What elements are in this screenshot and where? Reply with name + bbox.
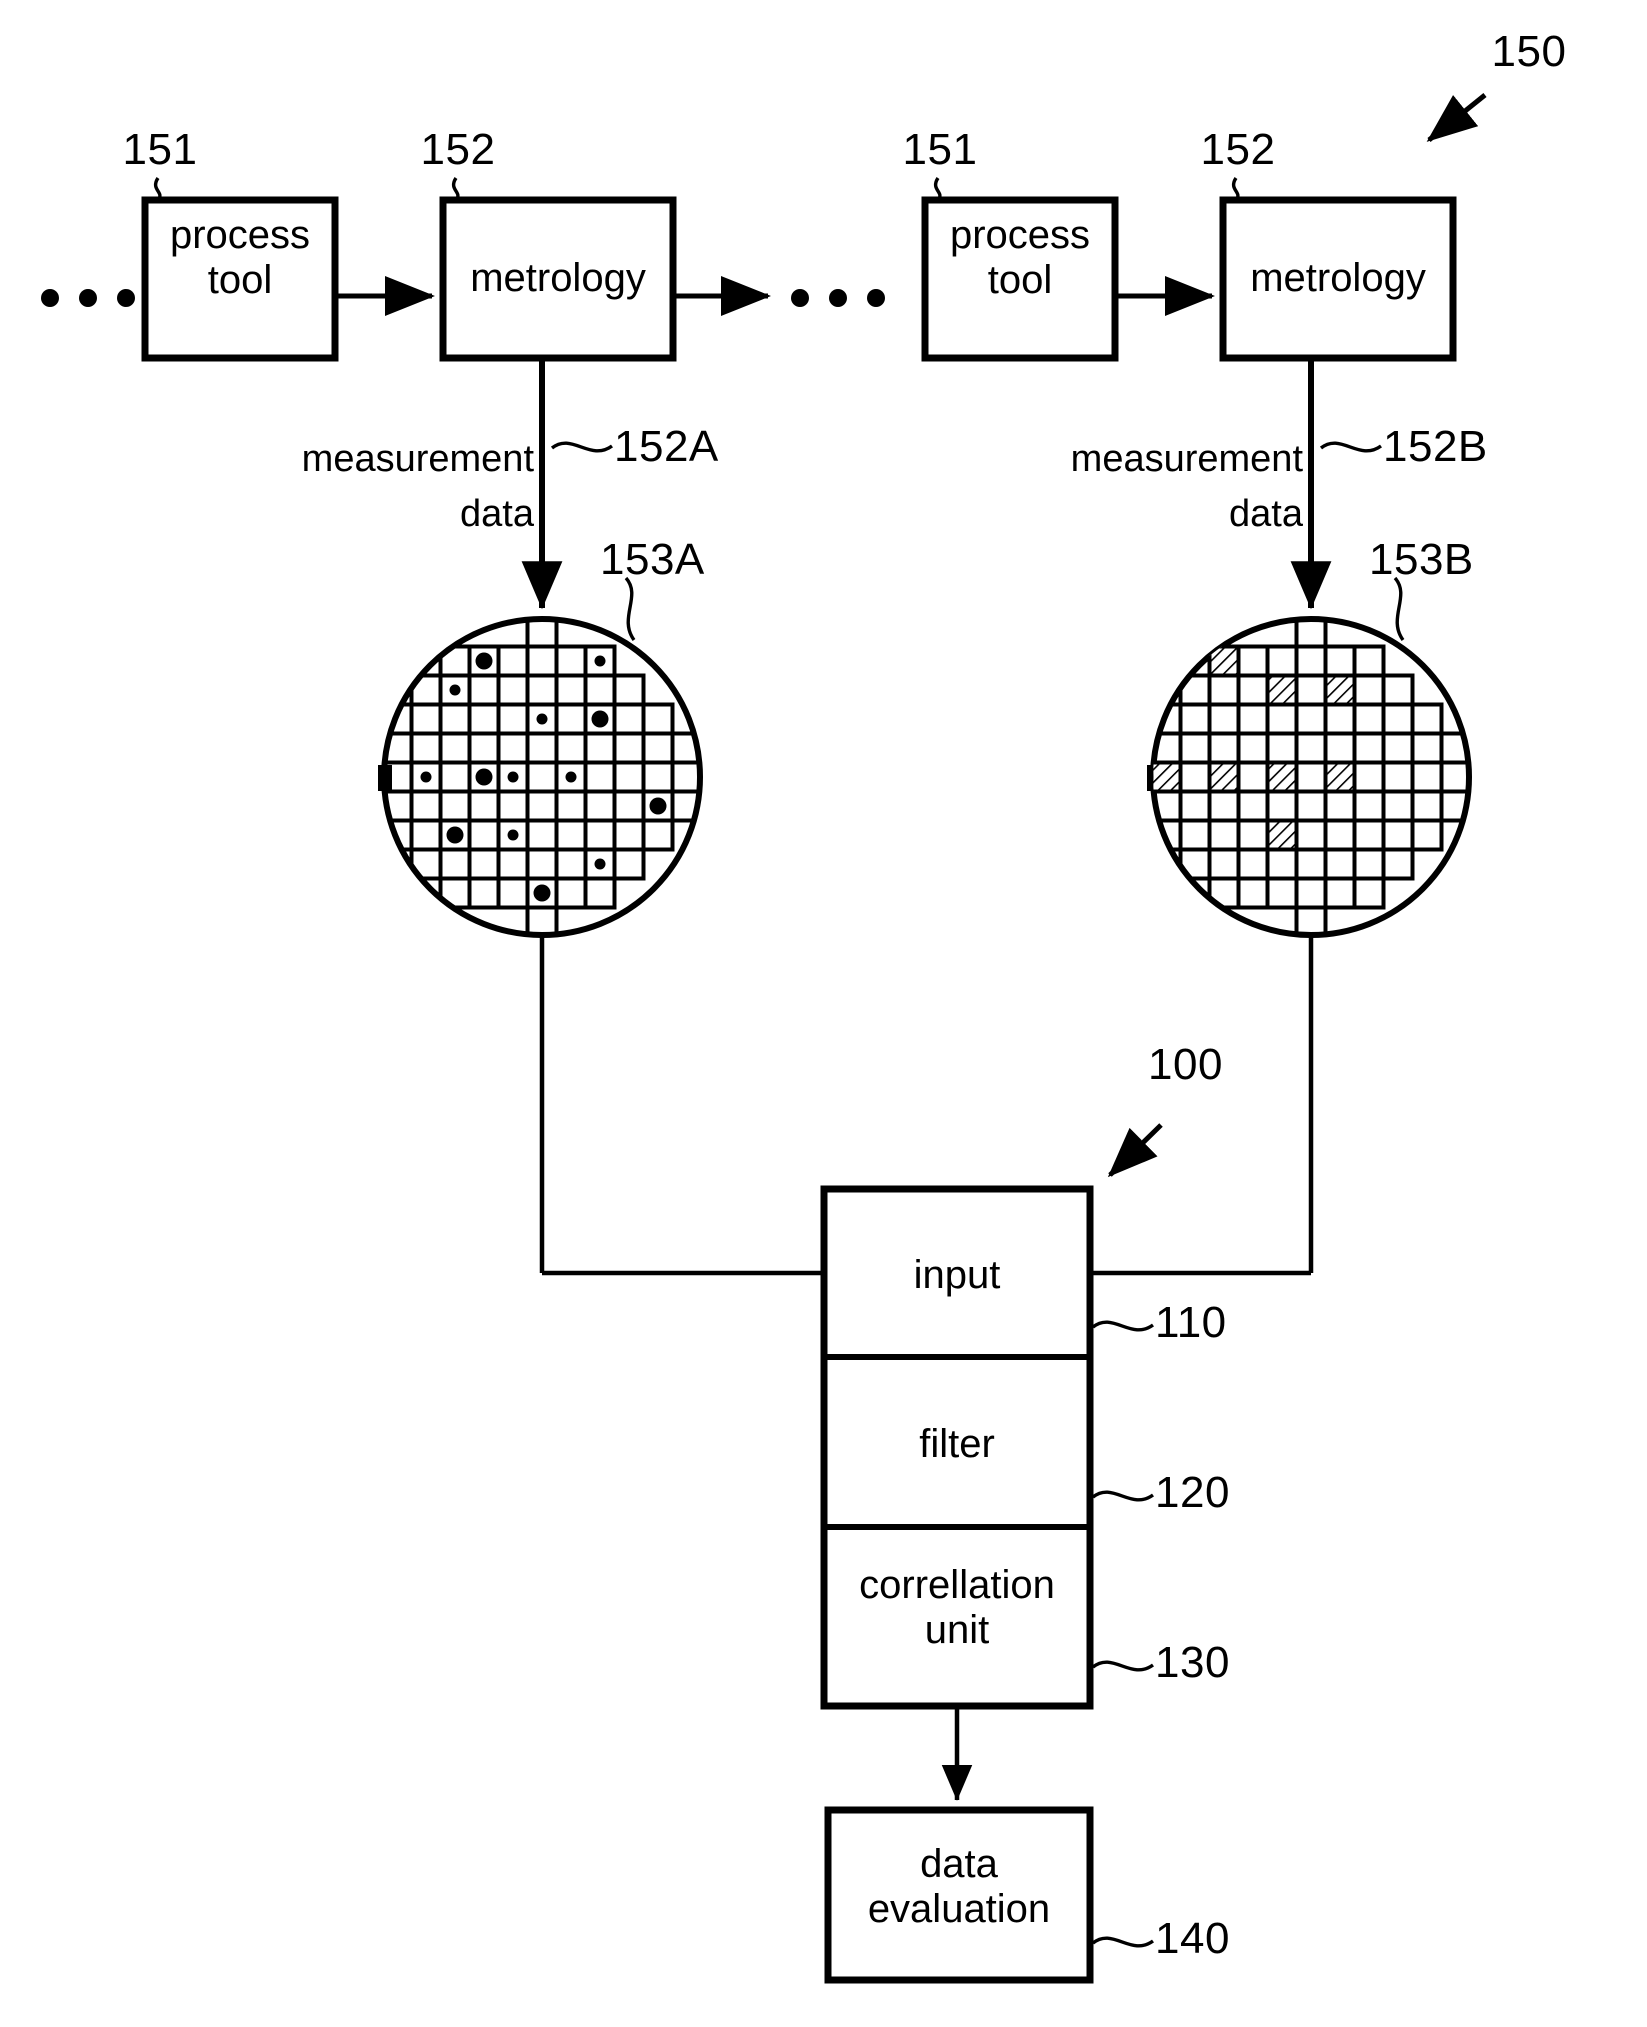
patent-figure: 151 152 151 152 150 process tool metrolo… — [0, 0, 1647, 2027]
wafer-die-hatched — [1325, 675, 1355, 705]
wafer-measurement-dot — [533, 884, 551, 902]
wafer-die-hatched — [1267, 675, 1297, 705]
leading-ellipsis — [41, 289, 135, 307]
metrology-box-1 — [439, 196, 677, 362]
wafer-b-outline — [1150, 616, 1472, 938]
pointer-arrow-100 — [1107, 1123, 1163, 1178]
wafer-measurement-dot — [594, 858, 606, 870]
leader-130 — [1091, 1660, 1154, 1672]
wafer-measurement-dot — [536, 713, 548, 725]
middle-ellipsis — [791, 289, 885, 307]
metrology-box-2 — [1219, 196, 1457, 362]
wafer-measurement-dot — [475, 768, 493, 786]
wafer-measurement-dot — [565, 771, 577, 783]
leader-152A — [550, 441, 613, 453]
wafer-measurement-dot — [649, 797, 667, 815]
wafer-die-hatched — [1325, 762, 1355, 792]
diagram-vector-layer — [41, 93, 1487, 1984]
wafer-measurement-dot — [507, 771, 519, 783]
data-evaluation-box — [824, 1806, 1094, 1984]
wafer-measurement-dot — [475, 652, 493, 670]
pointer-arrow-150 — [1426, 93, 1487, 142]
leader-153B — [1393, 576, 1405, 641]
process-tool-box-1 — [141, 196, 339, 362]
process-tool-box-2 — [921, 196, 1119, 362]
leader-120 — [1091, 1490, 1154, 1502]
wafer-die-hatched — [1267, 762, 1297, 792]
leader-110 — [1091, 1320, 1154, 1332]
wafer-measurement-dot — [594, 655, 606, 667]
wafer-measurement-dot — [591, 710, 609, 728]
wafer-measurement-dot — [449, 684, 461, 696]
wafer-die-hatched — [1267, 820, 1297, 850]
wafer-die-hatched — [1209, 762, 1239, 792]
wafer-measurement-dot — [507, 829, 519, 841]
wafer-measurement-dot — [446, 826, 464, 844]
wafer-measurement-dot — [420, 771, 432, 783]
analysis-unit-outline — [820, 1185, 1094, 1710]
wafer-die-hatched — [1153, 762, 1181, 792]
leader-153A — [624, 576, 636, 641]
leader-140 — [1091, 1936, 1154, 1948]
leader-152B — [1319, 441, 1382, 453]
wafer-a-notch — [378, 765, 392, 791]
